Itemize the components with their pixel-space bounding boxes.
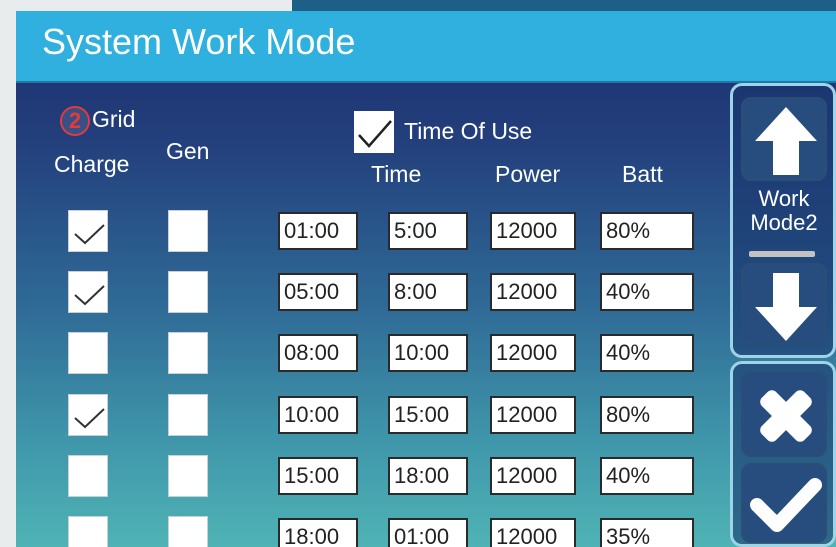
grid-charge-checkbox[interactable] [68,394,108,436]
page-title: System Work Mode [42,21,356,62]
end-time-field[interactable]: 18:00 [388,457,468,495]
start-time-field[interactable]: 15:00 [278,457,358,495]
time-of-use-checkbox[interactable] [354,111,394,153]
check-icon [358,120,392,148]
end-time-field[interactable]: 8:00 [388,273,468,311]
mode-down-button[interactable] [741,263,827,345]
batt-field[interactable]: 35% [600,518,694,547]
start-time-field[interactable]: 05:00 [278,273,358,311]
arrow-up-icon [755,107,817,175]
mode-divider [749,251,815,257]
start-time-field[interactable]: 10:00 [278,396,358,434]
batt-field[interactable]: 80% [600,396,694,434]
grid-charge-checkbox[interactable] [68,271,108,313]
batt-field[interactable]: 80% [600,212,694,250]
power-field[interactable]: 12000 [490,212,576,250]
mode-label-line1: Work [758,186,810,211]
gen-checkbox[interactable] [168,455,208,497]
close-icon [760,390,812,442]
power-field[interactable]: 12000 [490,518,576,547]
end-time-field[interactable]: 10:00 [388,334,468,372]
batt-header: Batt [622,161,663,187]
grid-charge-checkbox[interactable] [68,516,108,547]
gen-checkbox[interactable] [168,394,208,436]
batt-field[interactable]: 40% [600,334,694,372]
time-of-use-label: Time Of Use [404,118,533,144]
cancel-button[interactable] [741,371,827,457]
gen-label: Gen [166,138,210,164]
gen-checkbox[interactable] [168,210,208,252]
work-mode-screen: System Work Mode 2 Grid Charge Gen Time … [16,11,836,547]
grid-charge-checkbox[interactable] [68,455,108,497]
power-field[interactable]: 12000 [490,457,576,495]
title-bar: System Work Mode [16,11,836,83]
power-header: Power [495,161,561,187]
mode-up-button[interactable] [741,97,827,181]
grid-label: Grid [92,106,136,132]
power-field[interactable]: 12000 [490,334,576,372]
confirm-button[interactable] [741,463,827,543]
end-time-field[interactable]: 5:00 [388,212,468,250]
check-icon [750,478,822,532]
check-icon [74,285,105,306]
charge-label: Charge [54,151,130,177]
start-time-field[interactable]: 18:00 [278,518,358,547]
check-icon [74,408,105,429]
time-header: Time [371,161,422,187]
power-field[interactable]: 12000 [490,273,576,311]
power-field[interactable]: 12000 [490,396,576,434]
gen-checkbox[interactable] [168,516,208,547]
end-time-field[interactable]: 01:00 [388,518,468,547]
arrow-down-icon [755,273,817,341]
batt-field[interactable]: 40% [600,273,694,311]
batt-field[interactable]: 40% [600,457,694,495]
grid-charge-checkbox[interactable] [68,332,108,374]
check-icon [74,224,105,245]
start-time-field[interactable]: 01:00 [278,212,358,250]
gen-checkbox[interactable] [168,271,208,313]
grid-charge-checkbox[interactable] [68,210,108,252]
gen-checkbox[interactable] [168,332,208,374]
start-time-field[interactable]: 08:00 [278,334,358,372]
end-time-field[interactable]: 15:00 [388,396,468,434]
mode-label-line2: Mode2 [750,210,818,235]
step-badge: 2 [60,106,90,136]
